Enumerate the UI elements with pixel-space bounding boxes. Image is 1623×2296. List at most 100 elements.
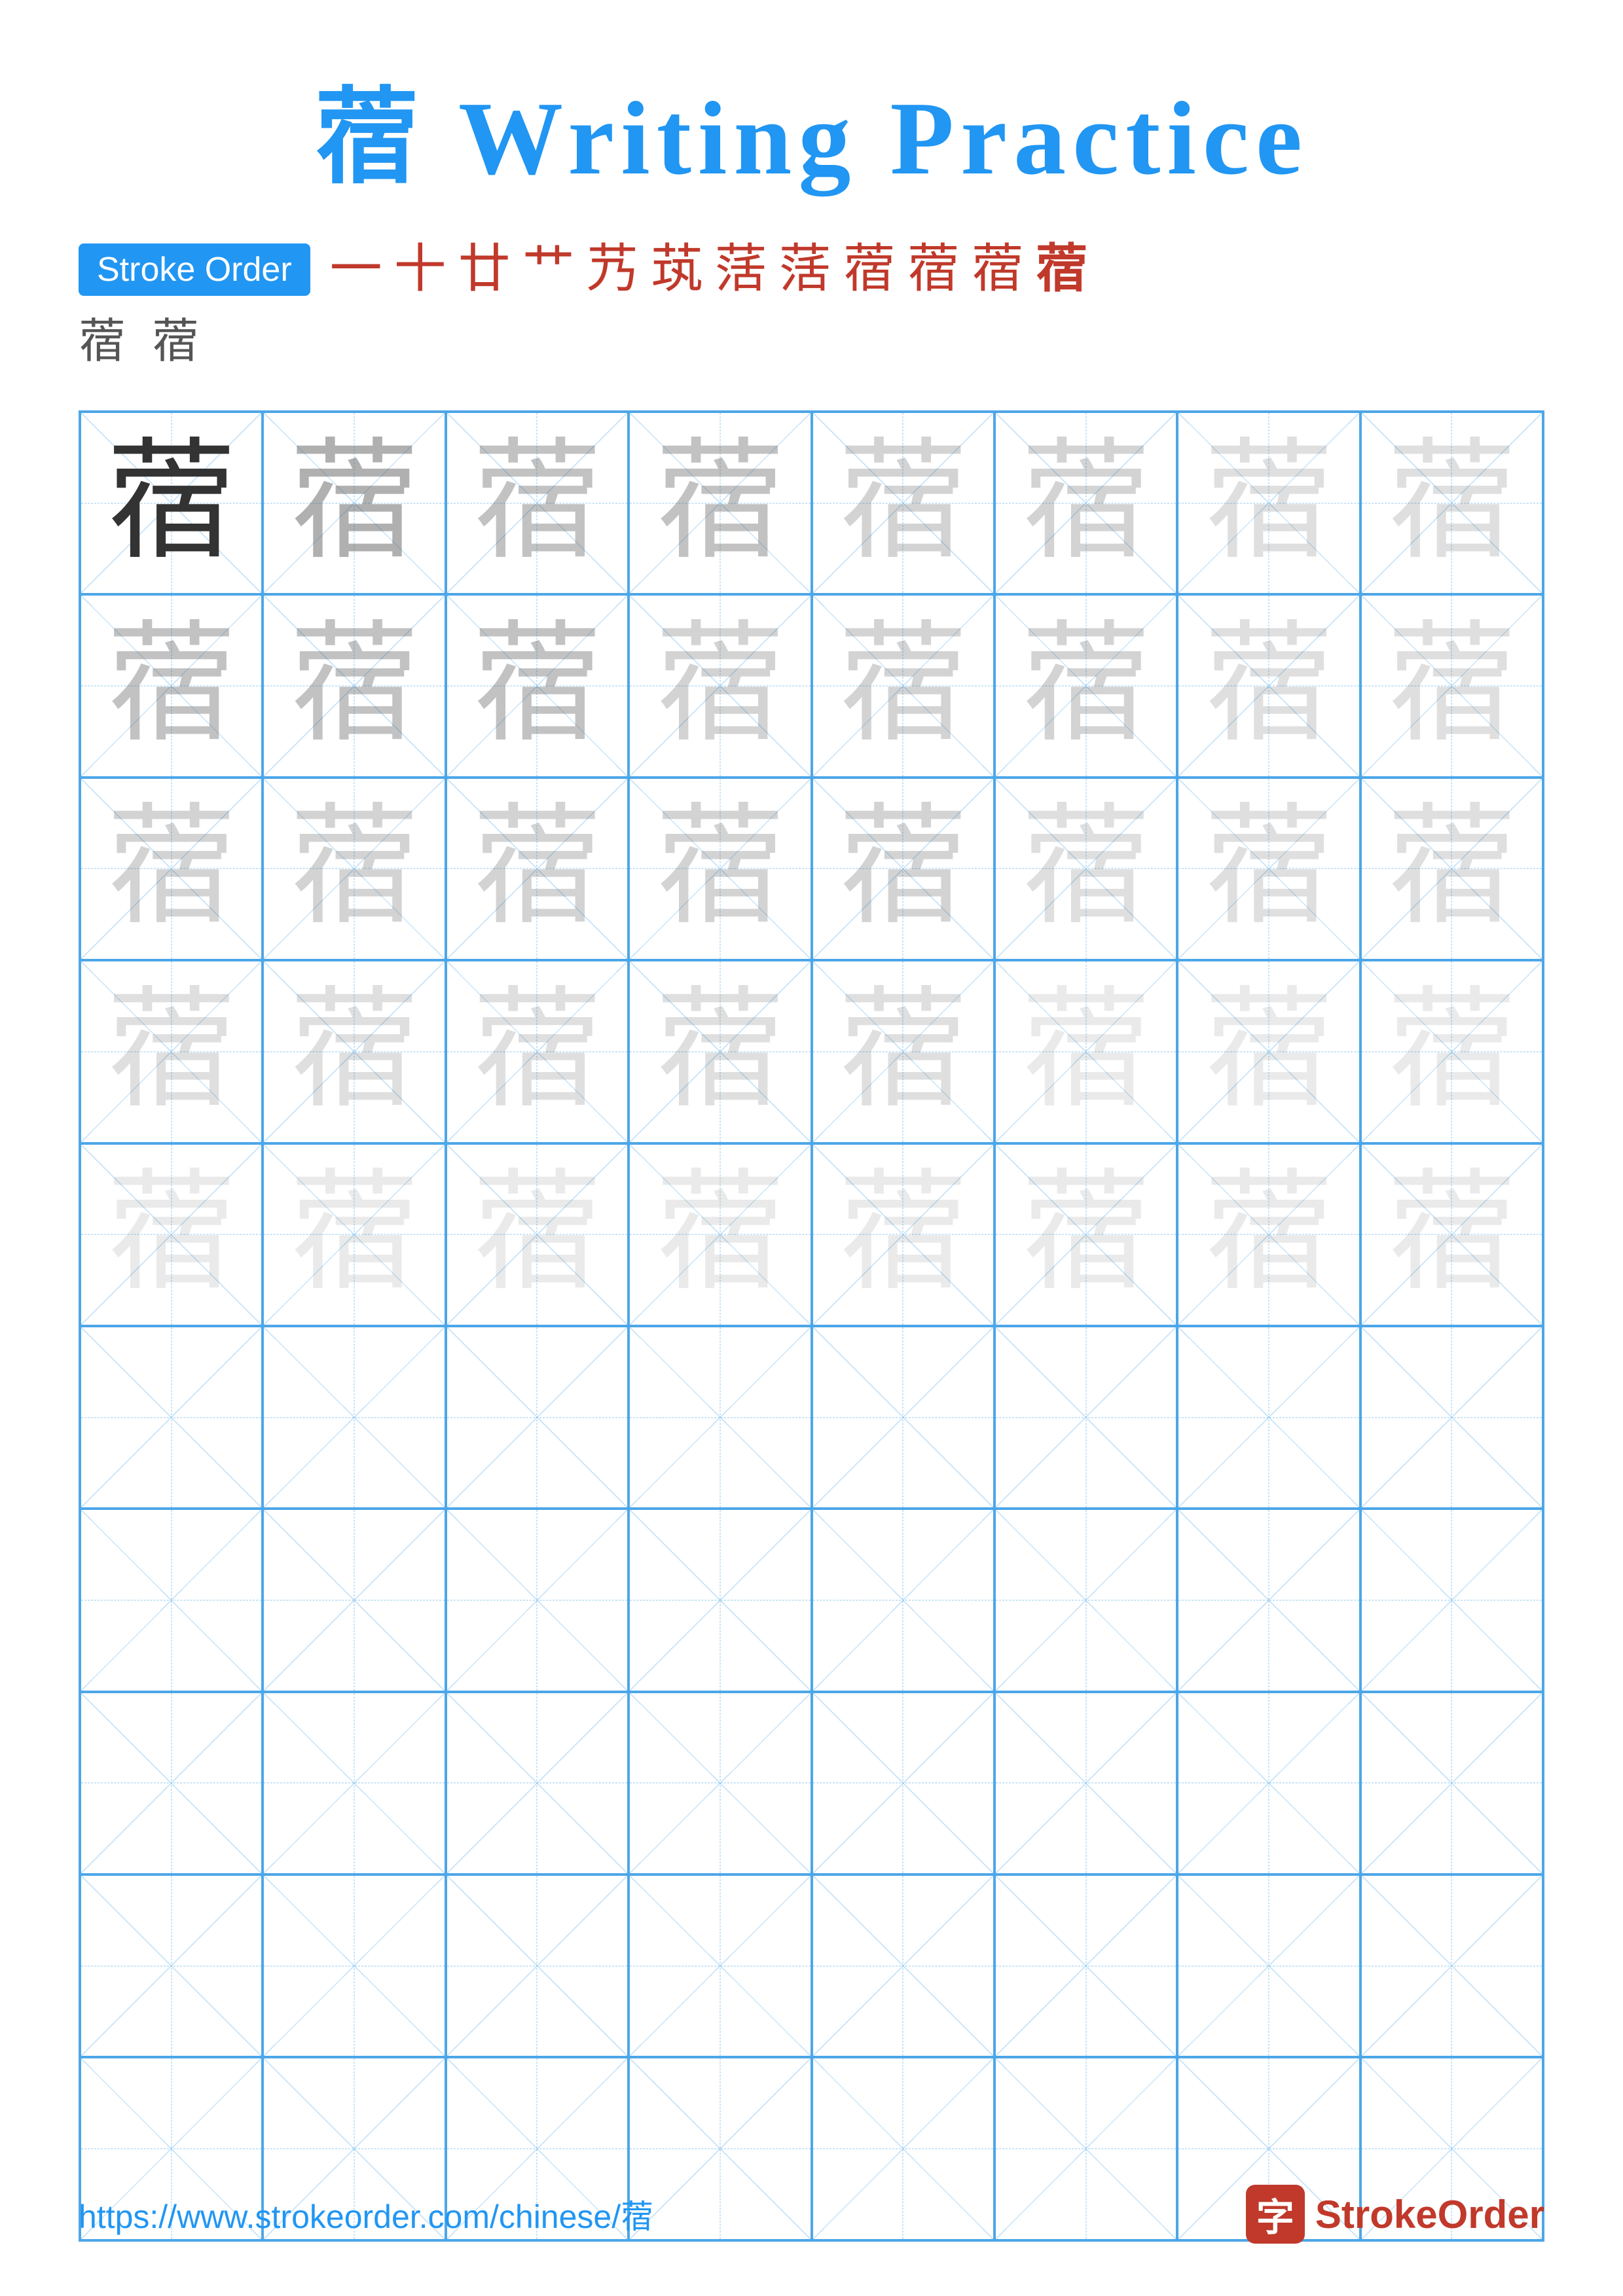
cell-2-2[interactable]: 蓿: [263, 594, 445, 777]
cell-2-8[interactable]: 蓿: [1360, 594, 1543, 777]
cell-5-5[interactable]: 蓿: [812, 1143, 994, 1326]
cell-7-7[interactable]: [1177, 1509, 1360, 1691]
cell-6-3[interactable]: [446, 1326, 629, 1509]
cell-7-5[interactable]: [812, 1509, 994, 1691]
cell-5-2[interactable]: 蓿: [263, 1143, 445, 1326]
cell-2-6[interactable]: 蓿: [994, 594, 1177, 777]
cell-8-3[interactable]: [446, 1692, 629, 1874]
char-fade: 蓿: [837, 803, 968, 934]
cell-5-8[interactable]: 蓿: [1360, 1143, 1543, 1326]
cell-4-7[interactable]: 蓿: [1177, 960, 1360, 1143]
cell-7-4[interactable]: [629, 1509, 811, 1691]
cell-4-5[interactable]: 蓿: [812, 960, 994, 1143]
cell-6-6[interactable]: [994, 1326, 1177, 1509]
char-fade: 蓿: [289, 438, 420, 569]
cell-6-8[interactable]: [1360, 1326, 1543, 1509]
cell-3-6[interactable]: 蓿: [994, 778, 1177, 960]
stroke-4: 艹: [522, 243, 575, 296]
cell-9-5[interactable]: [812, 1874, 994, 2057]
cell-9-4[interactable]: [629, 1874, 811, 2057]
cell-6-5[interactable]: [812, 1326, 994, 1509]
cell-1-4[interactable]: 蓿: [629, 412, 811, 594]
char-fade: 蓿: [1386, 1169, 1517, 1300]
cell-4-8[interactable]: 蓿: [1360, 960, 1543, 1143]
cell-4-1[interactable]: 蓿: [80, 960, 263, 1143]
cell-1-6[interactable]: 蓿: [994, 412, 1177, 594]
char-fade: 蓿: [655, 986, 786, 1117]
stroke-sequence: 一 十 廿 艹 艿 茿 萿 萿 蓿 蓿 蓿 蓿: [330, 243, 1088, 296]
cell-4-2[interactable]: 蓿: [263, 960, 445, 1143]
char-fade: 蓿: [106, 986, 237, 1117]
cell-5-7[interactable]: 蓿: [1177, 1143, 1360, 1326]
cell-4-4[interactable]: 蓿: [629, 960, 811, 1143]
char-fade: 蓿: [471, 620, 602, 751]
stroke-order-badge: Stroke Order: [79, 243, 310, 296]
cell-7-8[interactable]: [1360, 1509, 1543, 1691]
cell-2-7[interactable]: 蓿: [1177, 594, 1360, 777]
cell-4-3[interactable]: 蓿: [446, 960, 629, 1143]
cell-8-5[interactable]: [812, 1692, 994, 1874]
cell-2-1[interactable]: 蓿: [80, 594, 263, 777]
cell-3-5[interactable]: 蓿: [812, 778, 994, 960]
cell-5-1[interactable]: 蓿: [80, 1143, 263, 1326]
char-fade: 蓿: [471, 1169, 602, 1300]
cell-3-3[interactable]: 蓿: [446, 778, 629, 960]
char-fade: 蓿: [471, 803, 602, 934]
cell-4-6[interactable]: 蓿: [994, 960, 1177, 1143]
pinyin-char-1: 蓿: [79, 302, 126, 371]
cell-3-4[interactable]: 蓿: [629, 778, 811, 960]
char-fade: 蓿: [471, 438, 602, 569]
cell-6-4[interactable]: [629, 1326, 811, 1509]
char-fade: 蓿: [289, 1169, 420, 1300]
cell-1-1[interactable]: 蓿: [80, 412, 263, 594]
stroke-6: 茿: [651, 243, 703, 296]
cell-2-5[interactable]: 蓿: [812, 594, 994, 777]
cell-1-3[interactable]: 蓿: [446, 412, 629, 594]
char-fade: 蓿: [106, 620, 237, 751]
cell-3-8[interactable]: 蓿: [1360, 778, 1543, 960]
cell-1-2[interactable]: 蓿: [263, 412, 445, 594]
cell-8-2[interactable]: [263, 1692, 445, 1874]
cell-8-8[interactable]: [1360, 1692, 1543, 1874]
cell-8-4[interactable]: [629, 1692, 811, 1874]
cell-8-7[interactable]: [1177, 1692, 1360, 1874]
cell-2-3[interactable]: 蓿: [446, 594, 629, 777]
cell-2-4[interactable]: 蓿: [629, 594, 811, 777]
char-fade: 蓿: [1203, 986, 1334, 1117]
cell-5-6[interactable]: 蓿: [994, 1143, 1177, 1326]
cell-7-2[interactable]: [263, 1509, 445, 1691]
cell-3-7[interactable]: 蓿: [1177, 778, 1360, 960]
practice-grid: 蓿 蓿 蓿 蓿 蓿 蓿 蓿: [79, 410, 1544, 2242]
cell-5-4[interactable]: 蓿: [629, 1143, 811, 1326]
cell-1-8[interactable]: 蓿: [1360, 412, 1543, 594]
grid-row-8: [80, 1692, 1543, 1874]
cell-7-3[interactable]: [446, 1509, 629, 1691]
cell-9-6[interactable]: [994, 1874, 1177, 2057]
cell-1-7[interactable]: 蓿: [1177, 412, 1360, 594]
cell-6-2[interactable]: [263, 1326, 445, 1509]
cell-1-5[interactable]: 蓿: [812, 412, 994, 594]
cell-7-6[interactable]: [994, 1509, 1177, 1691]
cell-8-6[interactable]: [994, 1692, 1177, 1874]
cell-6-7[interactable]: [1177, 1326, 1360, 1509]
cell-9-8[interactable]: [1360, 1874, 1543, 2057]
cell-9-2[interactable]: [263, 1874, 445, 2057]
grid-row-7: [80, 1509, 1543, 1691]
stroke-7: 萿: [715, 243, 767, 296]
char-fade: 蓿: [471, 986, 602, 1117]
cell-3-2[interactable]: 蓿: [263, 778, 445, 960]
cell-6-1[interactable]: [80, 1326, 263, 1509]
cell-7-1[interactable]: [80, 1509, 263, 1691]
cell-9-3[interactable]: [446, 1874, 629, 2057]
footer-url[interactable]: https://www.strokeorder.com/chinese/蓿: [79, 2191, 653, 2238]
cell-3-1[interactable]: 蓿: [80, 778, 263, 960]
page: 蓿 Writing Practice Stroke Order 一 十 廿 艹 …: [0, 0, 1623, 2296]
grid-row-4: 蓿 蓿 蓿 蓿 蓿 蓿 蓿: [80, 960, 1543, 1143]
cell-9-1[interactable]: [80, 1874, 263, 2057]
cell-8-1[interactable]: [80, 1692, 263, 1874]
char-fade: 蓿: [837, 620, 968, 751]
cell-9-7[interactable]: [1177, 1874, 1360, 2057]
cell-5-3[interactable]: 蓿: [446, 1143, 629, 1326]
char-fade: 蓿: [1021, 1169, 1152, 1300]
page-title: 蓿 Writing Practice: [314, 52, 1309, 204]
